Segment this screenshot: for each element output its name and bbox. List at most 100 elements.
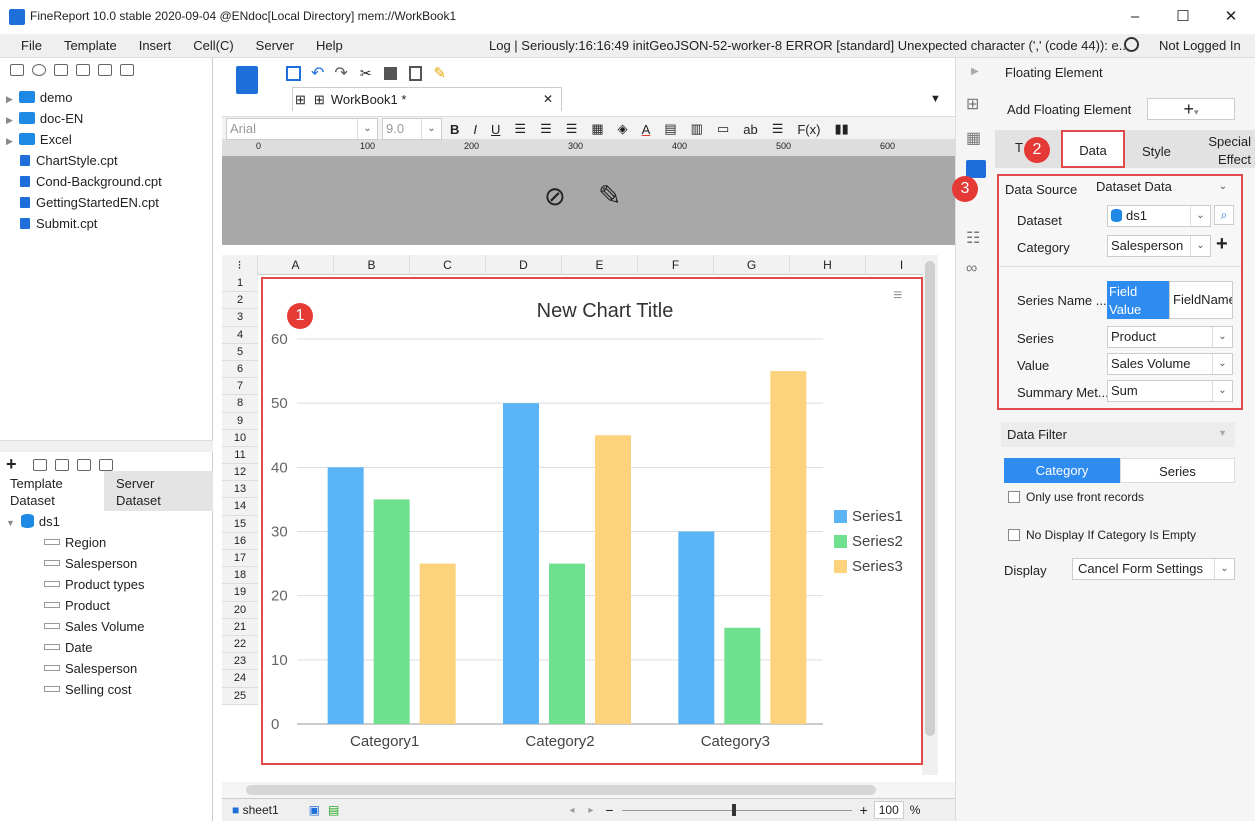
row-header-cell[interactable]: 19 [222, 584, 258, 602]
add-floating-button[interactable]: +▾ [1147, 98, 1235, 120]
minimize-button[interactable]: – [1111, 0, 1159, 34]
row-header-cell[interactable]: 2 [222, 292, 258, 310]
workbook-tab[interactable]: ⊞ ⊞ WorkBook1 * ✕ [292, 87, 562, 111]
cell-attribute-icon[interactable]: ▦ [966, 128, 981, 148]
menu-insert[interactable]: Insert [128, 34, 183, 58]
floating-element-icon[interactable] [966, 160, 986, 178]
new-folder-icon[interactable] [10, 64, 24, 76]
field-item[interactable]: Sales Volume [6, 616, 211, 637]
field-item[interactable]: Selling cost [6, 679, 211, 700]
field-item[interactable]: Product types [6, 574, 211, 595]
field-item[interactable]: Salesperson [6, 553, 211, 574]
column-header-cell[interactable]: B [334, 254, 410, 275]
row-header-cell[interactable]: 25 [222, 687, 258, 705]
italic-icon[interactable]: I [473, 122, 477, 137]
insert-cell-icon[interactable]: ▭ [717, 121, 729, 137]
series-name-fieldname[interactable]: FieldName [1169, 281, 1233, 319]
no-display-checkbox[interactable]: No Display If Category Is Empty [1008, 528, 1196, 542]
value-select[interactable]: Sales Volume ⌄ [1107, 353, 1233, 375]
series-select[interactable]: Product ⌄ [1107, 326, 1233, 348]
insert-chart-icon[interactable]: ▮▮ [834, 121, 848, 137]
undo-icon[interactable]: ↶ [311, 63, 324, 83]
border-icon[interactable]: ▦ [591, 121, 603, 137]
menu-server[interactable]: Server [245, 34, 305, 58]
row-header-cell[interactable]: 11 [222, 446, 258, 465]
field-item[interactable]: Product [6, 595, 211, 616]
fill-color-icon[interactable]: ◈ [618, 121, 628, 137]
dataset-node[interactable]: ▼ ds1 [6, 511, 211, 532]
zoom-value[interactable]: 100 [873, 801, 904, 819]
menu-template[interactable]: Template [53, 34, 128, 58]
tree-file[interactable]: GettingStartedEN.cpt [6, 192, 206, 213]
zoom-in-icon[interactable]: + [860, 802, 868, 818]
zoom-out-icon[interactable]: − [605, 802, 613, 818]
row-header-cell[interactable]: 21 [222, 618, 258, 636]
row-header-cell[interactable]: 5 [222, 343, 258, 361]
format-painter-icon[interactable]: ✎ [434, 64, 447, 82]
row-header-cell[interactable]: 16 [222, 532, 258, 550]
row-header-cell[interactable]: 14 [222, 498, 258, 516]
panel-divider[interactable] [0, 440, 213, 452]
underline-icon[interactable]: U [491, 122, 500, 137]
close-button[interactable]: ✕ [1207, 0, 1255, 34]
edit-icon[interactable] [32, 458, 47, 471]
align-right-icon[interactable]: ☰ [566, 121, 578, 137]
save-icon[interactable] [286, 65, 301, 81]
cell-element-icon[interactable]: ⊞ [966, 94, 979, 114]
dataset-select[interactable]: ds1 ⌄ [1107, 205, 1211, 227]
hide-icon[interactable]: ⊘ [544, 181, 566, 212]
delete-icon[interactable] [54, 458, 69, 471]
row-header-cell[interactable]: 23 [222, 653, 258, 671]
vertical-scrollbar[interactable] [922, 255, 938, 775]
unmerge-icon[interactable]: ▥ [691, 121, 703, 137]
search-icon[interactable] [1124, 37, 1139, 52]
floating-chart[interactable]: New Chart Title 0 10 20 30 40 50 60 Category1 Cat… [261, 277, 923, 765]
row-header-cell[interactable]: 12 [222, 464, 258, 482]
refresh-icon[interactable] [32, 64, 46, 76]
align-left-icon[interactable]: ☰ [514, 121, 526, 137]
bold-icon[interactable]: B [450, 122, 459, 137]
redo-icon[interactable]: ↷ [334, 63, 347, 83]
row-header-cell[interactable]: 20 [222, 601, 258, 619]
maximize-button[interactable]: ☐ [1159, 0, 1207, 34]
add-form-sheet-icon[interactable]: ▤ [328, 803, 339, 817]
column-header-cell[interactable]: F [638, 254, 714, 275]
column-header-cell[interactable]: D [486, 254, 562, 275]
align-center-icon[interactable]: ☰ [540, 121, 552, 137]
close-tab-icon[interactable]: ✕ [543, 92, 553, 106]
field-item[interactable]: Date [6, 637, 211, 658]
add-sheet-icon[interactable]: ▣ [309, 803, 320, 817]
zoom-slider[interactable] [621, 803, 852, 816]
font-color-icon[interactable]: A [642, 122, 651, 137]
add-category-icon[interactable]: + [1216, 233, 1228, 256]
series-name-field-value[interactable]: Field Value [1107, 281, 1169, 319]
column-header-cell[interactable]: C [410, 254, 486, 275]
field-item[interactable]: Region [6, 532, 211, 553]
row-header-cell[interactable]: 22 [222, 635, 258, 654]
display-select[interactable]: Cancel Form Settings ⌄ [1072, 558, 1235, 580]
tree-folder[interactable]: ▶ Excel [6, 129, 206, 150]
search-dataset-icon[interactable]: ⌕ [1214, 205, 1234, 225]
summary-select[interactable]: Sum ⌄ [1107, 380, 1233, 402]
select-all-corner[interactable]: ⁝ [222, 254, 258, 275]
filter-tab-series[interactable]: Series [1120, 458, 1235, 483]
data-source-select[interactable]: Dataset Data ⌄ [1093, 177, 1233, 199]
row-header-cell[interactable]: 4 [222, 326, 258, 344]
tree-folder[interactable]: ▶ demo [6, 87, 206, 108]
lock-icon[interactable] [76, 64, 90, 76]
login-status[interactable]: Not Logged In [1159, 34, 1241, 58]
tab-style[interactable]: Style [1142, 144, 1171, 159]
tree-file[interactable]: ChartStyle.cpt [6, 150, 206, 171]
row-header-cell[interactable]: 13 [222, 481, 258, 499]
template-icon[interactable] [236, 66, 258, 94]
cut-icon[interactable]: ✂ [360, 65, 372, 82]
chart-menu-icon[interactable]: ≡ [893, 287, 902, 305]
merge-icon[interactable]: ▤ [664, 121, 676, 137]
row-header-cell[interactable]: 3 [222, 309, 258, 327]
tab-template-dataset[interactable]: Template Dataset [0, 471, 104, 511]
field-item[interactable]: Salesperson [6, 658, 211, 679]
only-front-records-checkbox[interactable]: Only use front records [1008, 490, 1144, 504]
row-header-cell[interactable]: 6 [222, 360, 258, 379]
data-filter-header[interactable]: Data Filter ▼ [1001, 422, 1235, 447]
delete-icon[interactable] [98, 64, 112, 76]
